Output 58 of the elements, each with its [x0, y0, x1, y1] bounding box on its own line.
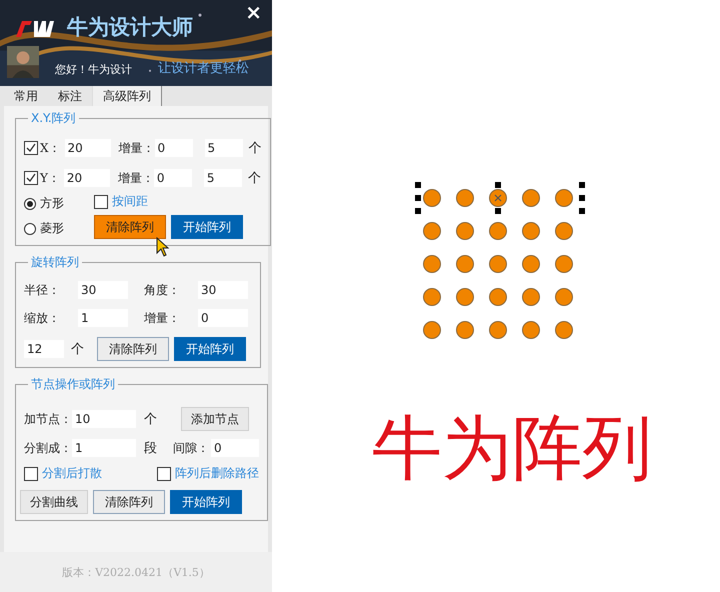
input-field[interactable]: 12	[24, 340, 64, 358]
axis-label: Y：	[40, 170, 60, 186]
group-title: 节点操作或阵列	[30, 376, 116, 393]
version-text: 版本：V2022.0421（V1.5）	[0, 552, 272, 592]
checkbox[interactable]	[157, 466, 171, 480]
input-field[interactable]: 5	[204, 169, 242, 187]
tab[interactable]: 常用	[4, 86, 48, 106]
unit-label: 个	[71, 341, 84, 358]
tab[interactable]: 高级阵列	[92, 86, 162, 106]
group-title: 旋转阵列	[30, 254, 80, 271]
input-field[interactable]: 20	[64, 169, 110, 187]
radio-option[interactable]: 方形	[24, 195, 94, 212]
unit-label: 个	[248, 170, 261, 187]
input-field[interactable]: 0	[154, 139, 193, 157]
caption-text: 牛为阵列	[372, 413, 653, 483]
start-button[interactable]: 开始阵列	[171, 215, 243, 239]
unit-label: 个	[248, 140, 262, 157]
checkbox[interactable]	[24, 141, 38, 155]
checkbox[interactable]	[24, 171, 38, 185]
increment-label: 增量：	[118, 170, 154, 186]
unit-label: 段	[144, 440, 157, 457]
field-label: 角度：	[144, 282, 181, 298]
input-field[interactable]: 30	[198, 281, 248, 299]
radio-option[interactable]: 菱形	[24, 220, 94, 237]
input-field[interactable]: 0	[198, 309, 248, 327]
unit-label: 个	[144, 411, 157, 428]
field-label: 半径：	[24, 282, 61, 298]
input-field[interactable]: 20	[64, 139, 111, 157]
input-field[interactable]: 0	[211, 439, 259, 457]
group-title: X.Y.阵列	[30, 110, 77, 127]
split-button[interactable]: 分割曲线	[20, 490, 88, 514]
checkbox-label: 阵列后删除路径	[175, 465, 259, 482]
checkbox-label: 按间距	[112, 193, 148, 210]
field-label: 间隙：	[173, 440, 209, 456]
checkbox-option[interactable]: 按间距	[94, 193, 243, 210]
clear-button[interactable]: 清除阵列	[97, 337, 169, 361]
add-node-button[interactable]: 添加节点	[181, 407, 249, 431]
start-button[interactable]: 开始阵列	[174, 337, 246, 361]
field-label: 加节点：	[24, 410, 72, 428]
input-field[interactable]: 0	[154, 169, 192, 187]
increment-label: 增量：	[118, 140, 155, 156]
field-label: 分割成：	[24, 440, 72, 456]
input-field[interactable]: 30	[78, 281, 128, 299]
input-field[interactable]: 10	[72, 410, 136, 428]
checkbox[interactable]	[24, 466, 38, 480]
start-button[interactable]: 开始阵列	[170, 490, 242, 514]
checkbox-label: 分割后打散	[42, 465, 102, 482]
field-label: 增量：	[144, 310, 181, 326]
input-field[interactable]: 1	[72, 439, 136, 457]
cursor-icon	[156, 237, 170, 257]
clear-button[interactable]: 清除阵列	[94, 215, 166, 239]
input-field[interactable]: 5	[204, 139, 243, 157]
axis-label: X：	[40, 140, 61, 156]
input-field[interactable]: 1	[78, 309, 128, 327]
checkbox[interactable]	[94, 194, 108, 208]
tab[interactable]: 标注	[48, 86, 92, 106]
clear-button[interactable]: 清除阵列	[93, 490, 165, 514]
field-label: 缩放：	[24, 310, 61, 326]
